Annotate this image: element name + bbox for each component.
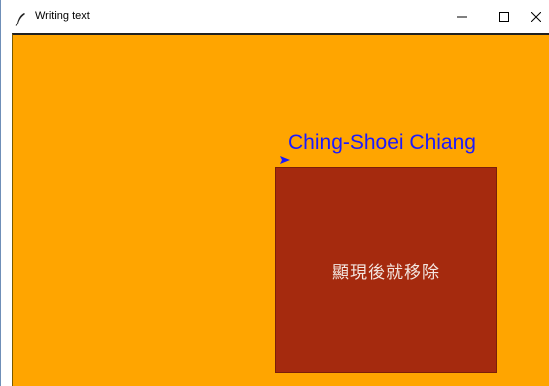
minimize-icon bbox=[457, 7, 467, 26]
close-button[interactable] bbox=[521, 0, 549, 33]
title-bar[interactable]: Writing text bbox=[1, 0, 549, 33]
close-icon bbox=[530, 7, 541, 26]
canvas-name-text: Ching-Shoei Chiang bbox=[288, 131, 476, 154]
window-left-border bbox=[2, 33, 12, 386]
rectangle-text: 顯現後就移除 bbox=[332, 262, 440, 283]
feather-icon bbox=[14, 11, 28, 26]
minimize-button[interactable] bbox=[439, 0, 485, 33]
canvas-rectangle: 顯現後就移除 bbox=[275, 167, 497, 373]
app-window: Writing text Ching-Shoei Chiang 顯現後就移除 bbox=[0, 0, 549, 386]
window-title: Writing text bbox=[35, 10, 90, 22]
maximize-icon bbox=[499, 7, 509, 26]
